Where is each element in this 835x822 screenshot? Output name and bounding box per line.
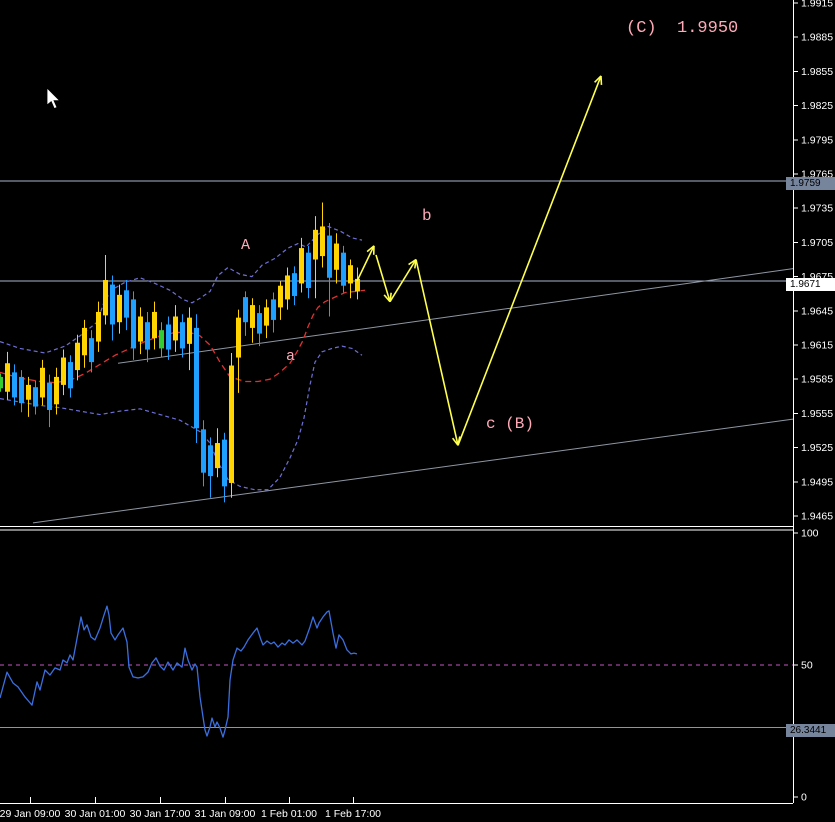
indicator-scale-label: 50 [801, 660, 813, 672]
candle [229, 365, 234, 483]
candle [180, 322, 185, 349]
candle [12, 372, 17, 398]
price-label: 1.9585 [801, 374, 833, 386]
candle [236, 317, 241, 358]
wave-projection-line [375, 254, 391, 302]
candle [96, 311, 101, 342]
trading-chart-window: 1.9915 1.9885 1.9855 1.9825 1.9795 1.9765 1.97… [0, 0, 835, 822]
indicator-line [0, 605, 358, 738]
candle [194, 327, 199, 429]
price-label: 1.9615 [801, 340, 833, 352]
candle [33, 387, 38, 407]
candle [348, 265, 353, 284]
candle [159, 330, 164, 349]
time-label: 29 Jan 09:00 [0, 808, 61, 820]
price-label: 1.9885 [801, 32, 833, 44]
time-label: 1 Feb 01:00 [261, 808, 317, 820]
indicator-scale-label: 100 [801, 528, 819, 540]
price-label: 1.9645 [801, 305, 833, 317]
indicator-value-tag: 26.3441 [786, 723, 835, 737]
candle [327, 235, 332, 278]
candle [75, 342, 80, 371]
candle [47, 382, 52, 410]
time-label: 30 Jan 01:00 [65, 808, 126, 820]
candle [201, 429, 206, 473]
candle [5, 363, 10, 392]
candle [110, 284, 115, 325]
candle [264, 307, 269, 326]
price-tag-current-price: 1.9671 [786, 277, 835, 291]
bollinger-lower-band [0, 345, 363, 491]
candle [117, 294, 122, 323]
candle [334, 243, 339, 270]
candle [0, 376, 3, 389]
candle [320, 226, 325, 257]
candle [208, 445, 213, 477]
candle [285, 275, 290, 300]
candle [243, 297, 248, 323]
candle [166, 324, 171, 350]
candle [187, 317, 192, 344]
candle [313, 229, 318, 260]
candle [19, 376, 24, 404]
candle [124, 290, 129, 318]
time-label: 30 Jan 17:00 [130, 808, 191, 820]
candle [152, 311, 157, 339]
candle [222, 439, 227, 487]
candle [89, 338, 94, 363]
candle [145, 322, 150, 350]
price-label: 1.9915 [801, 0, 833, 10]
price-label: 1.9855 [801, 66, 833, 78]
price-label: 1.9825 [801, 100, 833, 112]
candle [299, 248, 304, 284]
candle [257, 313, 262, 334]
wave-projection-line [389, 259, 417, 303]
price-label: 1.9735 [801, 203, 833, 215]
candle [103, 280, 108, 316]
candle [61, 357, 66, 385]
candle [250, 305, 255, 328]
candle [341, 252, 346, 286]
time-label: 1 Feb 17:00 [325, 808, 381, 820]
trendline [117, 268, 794, 364]
trendline [32, 418, 794, 524]
candle [131, 299, 136, 349]
wave-projection-line [356, 245, 375, 282]
price-label: 1.9705 [801, 237, 833, 249]
candle [40, 367, 45, 398]
candle [138, 316, 143, 342]
candle [292, 273, 297, 296]
candle [215, 443, 220, 469]
price-label: 1.9465 [801, 511, 833, 523]
candle [26, 384, 31, 400]
price-label: 1.9555 [801, 408, 833, 420]
candle [68, 362, 73, 389]
chart-canvas[interactable]: 1.99151.98851.98551.98251.97951.97651.97… [0, 0, 835, 822]
candle [271, 299, 276, 320]
indicator-scale-label: 0 [801, 792, 807, 804]
price-label: 1.9495 [801, 476, 833, 488]
candle [306, 252, 311, 288]
candle [82, 327, 87, 356]
price-tag-upper-level: 1.9759 [786, 177, 835, 191]
candle [54, 376, 59, 405]
price-label: 1.9525 [801, 442, 833, 454]
candle [173, 316, 178, 341]
price-label: 1.9795 [801, 134, 833, 146]
mouse-cursor [46, 87, 61, 110]
candle [278, 285, 283, 308]
wave-projection-line [415, 259, 459, 446]
wave-projection-line [457, 75, 602, 446]
time-label: 31 Jan 09:00 [195, 808, 256, 820]
